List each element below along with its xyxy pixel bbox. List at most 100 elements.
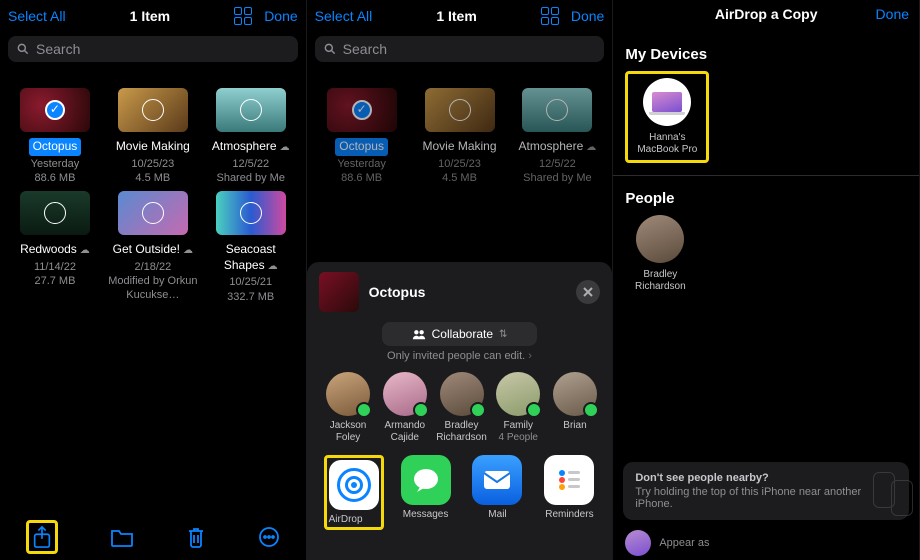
my-devices-label: My Devices [613,42,919,71]
share-highlight [26,520,58,554]
header-title: 1 Item [130,8,170,24]
app-label: Messages [403,509,449,520]
collaborate-label: Collaborate [432,327,493,341]
share-contact[interactable]: Family4 People [493,372,544,443]
file-date: 12/5/22 [539,157,576,171]
select-ring [546,99,568,121]
share-sheet: Octopus Collaborate ⇅ Only invited peopl… [307,262,613,560]
share-app-messages[interactable]: Messages [395,455,457,530]
select-all-button[interactable]: Select All [315,8,373,24]
share-contact[interactable]: Brian [550,372,601,443]
files-panel-left: Select All 1 Item Done Search ✓OctopusYe… [0,0,307,560]
chevron-updown-icon: ⇅ [499,329,507,340]
file-item[interactable]: ✓OctopusYesterday88.6 MB [6,88,104,185]
select-all-button[interactable]: Select All [8,8,66,24]
file-item[interactable]: Redwoods☁︎11/14/2227.7 MB [6,191,104,304]
file-date: 10/25/23 [438,157,481,171]
appear-as-row[interactable]: Appear as [613,526,919,560]
more-button[interactable] [258,526,280,548]
file-item[interactable]: Movie Making10/25/234.5 MB [411,88,509,185]
view-grid-icon[interactable] [541,7,559,25]
self-avatar [625,530,651,556]
search-placeholder: Search [343,41,387,57]
folder-button[interactable] [110,527,134,547]
cloud-icon: ☁︎ [183,245,193,256]
cloud-icon: ☁︎ [80,245,90,256]
airdrop-title: AirDrop a Copy [715,6,818,22]
messages-badge-icon [583,402,599,418]
file-thumb [118,191,188,235]
app-label: Mail [488,509,506,520]
file-item[interactable]: Get Outside!☁︎2/18/22Modified by Orkun K… [104,191,202,304]
airdrop-panel: AirDrop a Copy Done My Devices Hanna's M… [613,0,920,560]
done-button[interactable]: Done [264,8,297,24]
share-contact[interactable]: Bradley Richardson [436,372,487,443]
file-item[interactable]: Atmosphere☁︎12/5/22Shared by Me [202,88,300,185]
file-thumb [118,88,188,132]
file-date: 10/25/23 [131,157,174,171]
search-input[interactable]: Search [315,36,605,62]
select-ring [449,99,471,121]
done-button[interactable]: Done [571,8,604,24]
files-panel-middle: Select All 1 Item Done Search ✓OctopusYe… [307,0,614,560]
device-name: Hanna's MacBook Pro [632,132,702,156]
appear-label: Appear as [659,537,709,549]
person-name: Bradley Richardson [625,269,695,293]
people-icon [412,328,426,340]
file-name: Atmosphere☁︎ [515,138,601,156]
avatar [326,372,370,416]
contact-name: Bradley Richardson [436,420,487,443]
check-icon: ✓ [352,100,372,120]
share-button[interactable] [31,525,53,549]
file-size: Shared by Me [523,171,591,185]
hint-body: Try holding the top of this iPhone near … [635,486,897,510]
file-name: Redwoods☁︎ [16,241,94,259]
share-app-mail[interactable]: Mail [467,455,529,530]
airdrop-device[interactable]: Hanna's MacBook Pro [632,78,702,156]
done-button[interactable]: Done [876,6,909,22]
contact-name: Brian [563,420,586,432]
search-icon [16,42,30,56]
file-name: Movie Making [418,138,500,156]
airdrop-person[interactable]: Bradley Richardson [625,215,695,293]
search-input[interactable]: Search [8,36,298,62]
file-thumb [425,88,495,132]
file-item[interactable]: ✓OctopusYesterday88.6 MB [313,88,411,185]
permission-note[interactable]: Only invited people can edit. › [319,350,601,362]
trash-button[interactable] [186,525,206,549]
share-app-airdrop[interactable]: AirDrop [323,455,385,530]
share-icon [31,525,53,549]
files-grid: ✓OctopusYesterday88.6 MBMovie Making10/2… [0,66,306,308]
share-item-title: Octopus [369,284,426,300]
file-date: 2/18/22 [134,260,171,274]
file-size: 4.5 MB [135,171,170,185]
file-thumb: ✓ [327,88,397,132]
messages-badge-icon [356,402,372,418]
file-item[interactable]: Atmosphere☁︎12/5/22Shared by Me [508,88,606,185]
header: Select All 1 Item Done [307,0,613,32]
file-size: Modified by Orkun Kucukse… [104,274,202,303]
files-grid: ✓OctopusYesterday88.6 MBMovie Making10/2… [307,66,613,189]
close-button[interactable] [576,280,600,304]
share-contact[interactable]: Jackson Foley [323,372,374,443]
bottom-toolbar [0,514,306,560]
cloud-icon: ☁︎ [586,142,596,153]
header-title: 1 Item [436,8,476,24]
avatar [440,372,484,416]
cloud-icon: ☁︎ [280,142,290,153]
file-item[interactable]: Seacoast Shapes☁︎10/25/21332.7 MB [202,191,300,304]
people-label: People [613,176,919,215]
file-name: Seacoast Shapes☁︎ [202,241,300,274]
file-item[interactable]: Movie Making10/25/234.5 MB [104,88,202,185]
hint-title: Don't see people nearby? [635,472,897,484]
folder-icon [110,527,134,547]
view-grid-icon[interactable] [234,7,252,25]
person-avatar [636,215,684,263]
share-contact[interactable]: Armando Cajide [379,372,430,443]
file-name: Octopus [29,138,82,156]
contact-sub: 4 People [499,432,538,444]
collaborate-selector[interactable]: Collaborate ⇅ [382,322,538,346]
nearby-hint: Don't see people nearby? Try holding the… [623,462,909,520]
share-app-reminders[interactable]: Reminders [538,455,600,530]
messages-badge-icon [413,402,429,418]
